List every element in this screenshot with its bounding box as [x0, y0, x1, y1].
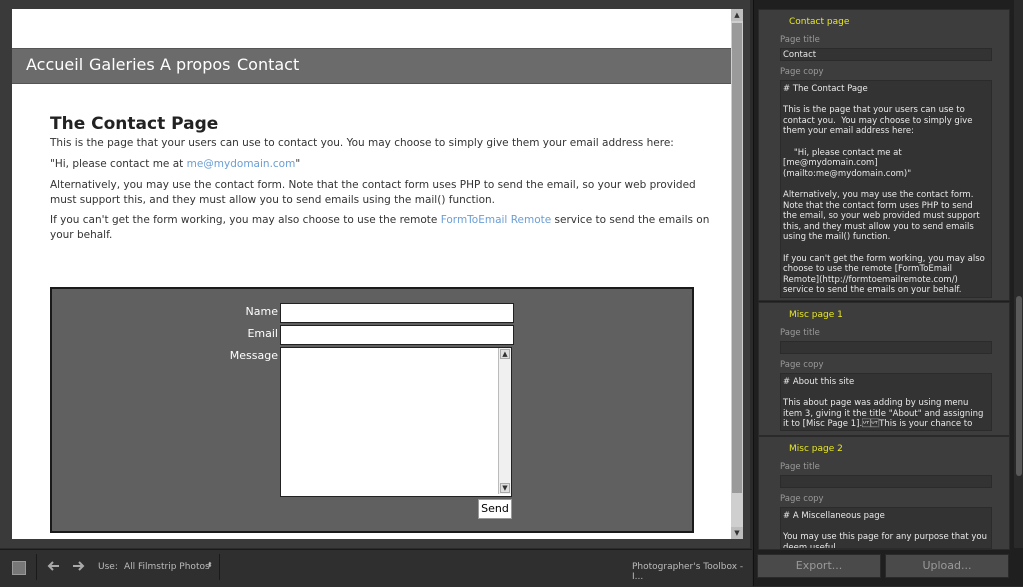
remote-paragraph-prefix: If you can't get the form working, you m… — [50, 214, 441, 226]
name-input[interactable] — [280, 303, 514, 323]
plugin-label: Photographer's Toolbox - I... — [632, 562, 744, 582]
remote-paragraph: If you can't get the form working, you m… — [50, 213, 710, 243]
use-select[interactable]: All Filmstrip Photos — [124, 562, 210, 572]
email-paragraph-suffix: " — [295, 158, 301, 170]
page-title-field[interactable]: Contact — [780, 48, 992, 61]
export-button[interactable]: Export... — [757, 554, 881, 578]
arrow-left-icon[interactable] — [46, 560, 60, 572]
arrow-right-icon[interactable] — [72, 560, 86, 572]
scroll-down-icon[interactable]: ▼ — [731, 527, 743, 539]
scroll-thumb[interactable] — [1016, 296, 1022, 476]
preview-scrollbar[interactable]: ▲ ▼ — [731, 9, 743, 539]
email-label: Email — [247, 327, 278, 340]
toolbar-divider — [36, 554, 37, 580]
page-copy-field[interactable]: # About this site This about page was ad… — [780, 373, 992, 431]
message-label: Message — [229, 349, 278, 362]
page-copy-field[interactable]: # A Miscellaneous page You may use this … — [780, 507, 992, 549]
section-title[interactable]: Misc page 1 — [789, 310, 843, 320]
formtoemail-link[interactable]: FormToEmail Remote — [441, 214, 552, 226]
page-title-field[interactable] — [780, 341, 992, 354]
bottom-toolbar: Use: All Filmstrip Photos ⬍ Photographer… — [0, 549, 752, 587]
send-button[interactable]: Send — [478, 499, 512, 519]
panel-scrollbar[interactable] — [1014, 0, 1023, 548]
page-heading: The Contact Page — [50, 114, 219, 134]
message-textarea[interactable]: ▲ ▼ — [280, 347, 512, 497]
name-label: Name — [245, 305, 278, 318]
nav-link-a-propos[interactable]: A propos — [160, 55, 230, 74]
upload-button[interactable]: Upload... — [885, 554, 1009, 578]
misc-page-2-section: Misc page 2 Page title Page copy # A Mis… — [758, 436, 1010, 550]
page-copy-label: Page copy — [780, 494, 824, 504]
contact-page-section: Contact page Page title Contact Page cop… — [758, 9, 1010, 301]
misc-page-1-section: Misc page 1 Page title Page copy # About… — [758, 302, 1010, 436]
nav-link-galeries[interactable]: Galeries — [89, 55, 155, 74]
message-scrollbar[interactable]: ▲ ▼ — [498, 348, 511, 494]
page-title-field[interactable] — [780, 475, 992, 488]
preview-page: Accueil Galeries A propos Contact The Co… — [12, 9, 731, 539]
contact-form: Name Email Message ▲ ▼ Send — [50, 287, 694, 533]
scroll-down-icon[interactable]: ▼ — [500, 483, 510, 493]
page-title-label: Page title — [780, 328, 820, 338]
email-paragraph-prefix: "Hi, please contact me at — [50, 158, 187, 170]
scroll-up-icon[interactable]: ▲ — [500, 349, 510, 359]
email-link[interactable]: me@mydomain.com — [187, 158, 296, 170]
intro-paragraph: This is the page that your users can use… — [50, 137, 674, 149]
form-paragraph: Alternatively, you may use the contact f… — [50, 179, 696, 206]
stop-icon[interactable] — [12, 561, 26, 575]
right-panel: Contact page Page title Contact Page cop… — [753, 0, 1023, 586]
use-label: Use: — [98, 562, 118, 572]
page-top-bar — [12, 9, 731, 48]
toolbar-divider — [219, 554, 220, 580]
page-title-label: Page title — [780, 462, 820, 472]
section-title[interactable]: Misc page 2 — [789, 444, 843, 454]
page-copy-label: Page copy — [780, 67, 824, 77]
scroll-thumb[interactable] — [732, 23, 742, 493]
web-preview-area: Accueil Galeries A propos Contact The Co… — [0, 0, 750, 548]
section-title[interactable]: Contact page — [789, 17, 849, 27]
page-copy-field[interactable]: # The Contact Page This is the page that… — [780, 80, 992, 298]
email-paragraph: "Hi, please contact me at me@mydomain.co… — [50, 157, 710, 172]
site-navbar: Accueil Galeries A propos Contact — [12, 48, 731, 84]
nav-link-accueil[interactable]: Accueil — [26, 55, 83, 74]
email-input[interactable] — [280, 325, 514, 345]
scroll-up-icon[interactable]: ▲ — [731, 9, 743, 21]
page-copy-label: Page copy — [780, 360, 824, 370]
page-title-label: Page title — [780, 35, 820, 45]
updown-icon[interactable]: ⬍ — [207, 561, 213, 569]
nav-link-contact[interactable]: Contact — [237, 55, 299, 74]
